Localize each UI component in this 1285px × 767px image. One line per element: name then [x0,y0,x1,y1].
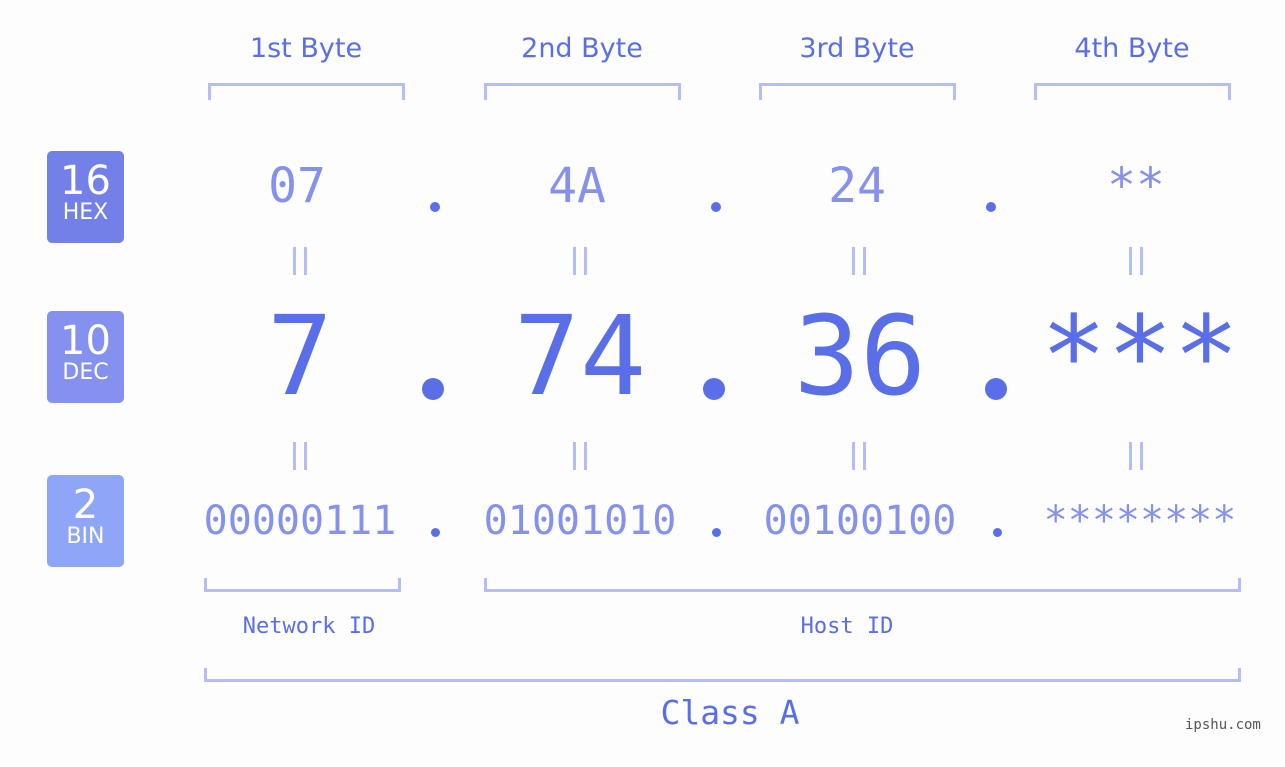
dec-byte-1: 7 [266,292,334,420]
dec-byte-3: 36 [793,292,927,420]
bin-byte-3: 00100100 [763,498,957,544]
equals-icon [573,247,587,275]
network-id-bracket [204,578,401,592]
equals-icon [1129,247,1143,275]
byte-bracket-2 [484,83,681,100]
byte-bracket-4 [1034,83,1231,100]
byte-header-3: 3rd Byte [799,33,915,64]
bin-separator-dot [993,528,1002,537]
byte-header-1: 1st Byte [249,33,363,64]
host-id-label: Host ID [800,614,894,639]
equals-icon [852,442,866,470]
class-label: Class A [660,693,800,732]
dec-separator-dot [985,378,1007,400]
equals-icon [852,247,866,275]
class-bracket [204,668,1241,682]
dec-base-label: DEC [62,360,109,385]
hex-base-number: 16 [60,158,111,204]
hex-byte-1: 07 [268,158,326,214]
hex-byte-4: ** [1107,158,1165,214]
equals-icon [573,442,587,470]
hex-separator-dot [711,202,721,212]
bin-byte-4: ******** [1043,498,1237,544]
bin-badge: 2 BIN [47,475,124,567]
byte-bracket-1 [208,83,405,100]
bin-base-number: 2 [72,482,99,528]
bin-separator-dot [712,528,721,537]
byte-bracket-3 [759,83,956,100]
dec-separator-dot [422,378,444,400]
watermark: ipshu.com [1185,717,1261,733]
equals-icon [293,442,307,470]
host-id-bracket [484,578,1241,592]
dec-separator-dot [703,378,725,400]
hex-byte-3: 24 [828,158,886,214]
dec-base-number: 10 [60,318,111,364]
byte-header-2: 2nd Byte [521,33,643,64]
dec-byte-2: 74 [513,292,647,420]
hex-badge: 16 HEX [47,151,124,243]
network-id-label: Network ID [242,614,376,639]
hex-byte-2: 4A [548,158,606,214]
equals-icon [293,247,307,275]
dec-badge: 10 DEC [47,311,124,403]
dec-byte-4: *** [1040,292,1240,420]
hex-base-label: HEX [62,200,109,225]
bin-separator-dot [431,528,440,537]
hex-separator-dot [986,202,996,212]
hex-separator-dot [430,202,440,212]
bin-byte-2: 01001010 [483,498,677,544]
bin-byte-1: 00000111 [203,498,397,544]
bin-base-label: BIN [66,524,105,549]
equals-icon [1129,442,1143,470]
byte-header-4: 4th Byte [1074,33,1190,64]
